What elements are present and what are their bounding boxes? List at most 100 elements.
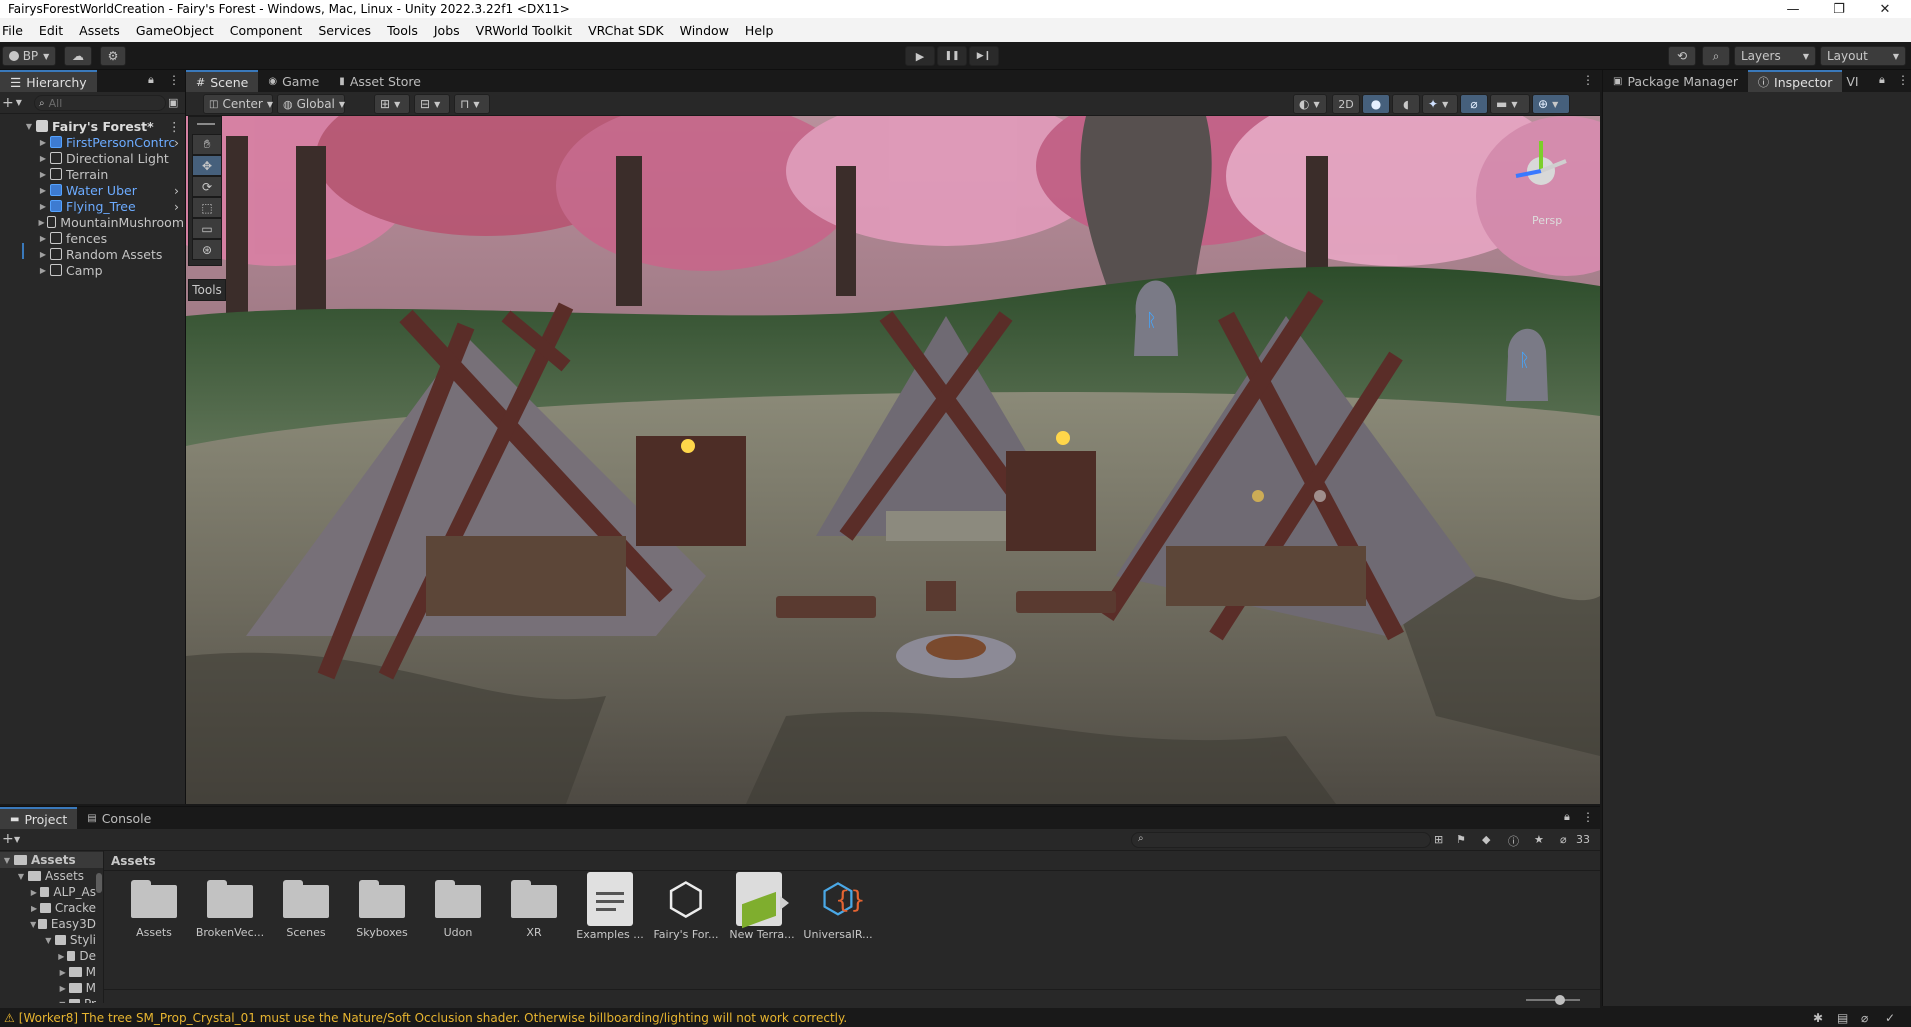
project-search-input[interactable]: ⌕ bbox=[1131, 832, 1431, 848]
camera-settings-dropdown[interactable]: ▬ ▼ bbox=[1490, 94, 1530, 114]
expand-arrow-icon[interactable]: ▶ bbox=[58, 952, 65, 961]
folder-tree-item[interactable]: ▼ Pr bbox=[0, 996, 96, 1003]
hidden-packages-icon[interactable]: ⌀ bbox=[1560, 833, 1567, 846]
chevron-right-icon[interactable]: › bbox=[174, 135, 179, 150]
hierarchy-item[interactable]: ▶ fences bbox=[0, 230, 184, 246]
more-menu-icon[interactable]: ⋮ bbox=[1582, 73, 1594, 87]
more-menu-icon[interactable]: ⋮ bbox=[1897, 73, 1909, 87]
scene-root-row[interactable]: ▼ Fairy's Forest* ⋮ bbox=[0, 114, 185, 134]
zoom-slider-thumb[interactable] bbox=[1555, 995, 1565, 1005]
menu-jobs[interactable]: Jobs bbox=[426, 23, 468, 38]
menu-gameobject[interactable]: GameObject bbox=[128, 23, 222, 38]
menu-file[interactable]: File bbox=[0, 23, 31, 38]
drag-handle[interactable] bbox=[197, 123, 215, 125]
tag-icon[interactable]: ◆ bbox=[1482, 833, 1490, 846]
expand-arrow-icon[interactable]: ▼ bbox=[16, 872, 26, 881]
hand-tool[interactable]: ✋︎ bbox=[192, 134, 222, 155]
space-dropdown[interactable]: ◍ Global ▼ bbox=[277, 94, 345, 114]
tools-label[interactable]: Tools bbox=[188, 279, 226, 301]
menu-vrworld-toolkit[interactable]: VRWorld Toolkit bbox=[468, 23, 580, 38]
folder-tree-item[interactable]: ▶ M bbox=[0, 980, 96, 996]
star-icon[interactable]: ★ bbox=[1534, 833, 1544, 846]
add-button[interactable]: + bbox=[2, 831, 14, 847]
layout-dropdown[interactable]: Layout ▼ bbox=[1820, 46, 1906, 66]
folder-tree-item[interactable]: ▼ Assets bbox=[0, 868, 96, 884]
increment-snap-toggle[interactable]: ⊓ ▼ bbox=[454, 94, 490, 114]
search-by-label-icon[interactable]: ⚑ bbox=[1456, 833, 1466, 846]
asset-item[interactable]: Skyboxes bbox=[346, 880, 418, 939]
expand-arrow-icon[interactable]: ▶ bbox=[38, 186, 48, 195]
menu-tools[interactable]: Tools bbox=[379, 23, 426, 38]
tab-project[interactable]: ▬ Project bbox=[0, 807, 78, 829]
expand-arrow-icon[interactable]: ▼ bbox=[2, 856, 12, 865]
expand-arrow-icon[interactable]: ▶ bbox=[38, 170, 48, 179]
scene-viewport[interactable]: ᚱ ᚱ Persp bbox=[186, 116, 1600, 804]
expand-arrow-icon[interactable]: ▶ bbox=[58, 968, 67, 977]
progress-icon[interactable]: ▤ bbox=[1837, 1011, 1848, 1025]
hierarchy-search-field[interactable]: ⌕ All bbox=[34, 95, 166, 111]
tab-inspector[interactable]: ⓘ Inspector bbox=[1748, 70, 1843, 92]
account-dropdown[interactable]: BP ▼ bbox=[2, 46, 56, 66]
maximize-button[interactable]: ❐ bbox=[1816, 0, 1862, 18]
hierarchy-item[interactable]: ▶ Flying_Tree › bbox=[0, 198, 184, 214]
expand-arrow-icon[interactable]: ▶ bbox=[30, 888, 38, 897]
breadcrumb-assets[interactable]: Assets bbox=[111, 854, 156, 868]
tree-scrollbar-thumb[interactable] bbox=[96, 873, 102, 893]
asset-item[interactable]: Examples ... bbox=[574, 872, 646, 941]
info-icon[interactable]: ⓘ bbox=[1508, 833, 1519, 849]
asset-item[interactable]: ⬡ Fairy's For... bbox=[650, 874, 722, 942]
expand-arrow-icon[interactable]: ▶ bbox=[38, 138, 48, 147]
effects-dropdown[interactable]: ✦ ▼ bbox=[1422, 94, 1458, 114]
expand-arrow-icon[interactable]: ▼ bbox=[30, 920, 36, 929]
add-button[interactable]: + bbox=[2, 95, 14, 111]
check-icon[interactable]: ✓ bbox=[1885, 1011, 1895, 1025]
chevron-down-icon[interactable]: ▼ bbox=[16, 98, 22, 107]
tab-scene[interactable]: # Scene bbox=[186, 70, 259, 92]
folder-tree-item[interactable]: ▶ M bbox=[0, 964, 96, 980]
hierarchy-item[interactable]: ▶ Directional Light bbox=[0, 150, 184, 166]
grid-snapping-toggle[interactable]: ⊞ ▼ bbox=[374, 94, 410, 114]
cloud-button[interactable]: ☁ bbox=[64, 46, 92, 66]
minimize-button[interactable]: — bbox=[1770, 0, 1816, 18]
expand-arrow-icon[interactable]: ▶ bbox=[58, 984, 67, 993]
toggle-2d-button[interactable]: 2D bbox=[1332, 94, 1360, 114]
close-button[interactable]: ✕ bbox=[1862, 0, 1908, 18]
scale-tool[interactable]: ⬚ bbox=[192, 197, 222, 218]
asset-item[interactable]: ⬡{} UniversalR... bbox=[802, 876, 874, 941]
more-menu-icon[interactable]: ⋮ bbox=[168, 73, 180, 87]
search-by-type-icon[interactable]: ⊞ bbox=[1434, 833, 1443, 846]
menu-vrchat-sdk[interactable]: VRChat SDK bbox=[580, 23, 672, 38]
expand-arrow-icon[interactable]: ▼ bbox=[24, 122, 34, 131]
play-button[interactable]: ▶ bbox=[905, 46, 935, 66]
more-menu-icon[interactable]: ⋮ bbox=[168, 119, 181, 134]
asset-item[interactable]: Scenes bbox=[270, 880, 342, 939]
transform-tool[interactable]: ⊛ bbox=[192, 239, 222, 260]
hierarchy-item[interactable]: ▶ Water Uber › bbox=[0, 182, 184, 198]
debug-icon[interactable]: ✱ bbox=[1813, 1011, 1823, 1025]
expand-arrow-icon[interactable]: ▶ bbox=[30, 904, 38, 913]
hierarchy-item[interactable]: ▶ FirstPersonContrc › bbox=[0, 134, 184, 150]
expand-arrow-icon[interactable]: ▶ bbox=[38, 250, 48, 259]
folder-tree-item[interactable]: ▶ Cracke bbox=[0, 900, 96, 916]
status-bar[interactable]: ⚠ [Worker8] The tree SM_Prop_Crystal_01 … bbox=[0, 1008, 1911, 1027]
folder-tree-item[interactable]: ▼ Styli bbox=[0, 932, 96, 948]
asset-item[interactable]: Udon bbox=[422, 880, 494, 939]
menu-window[interactable]: Window bbox=[672, 23, 737, 38]
lighting-toggle[interactable]: ● bbox=[1362, 94, 1390, 114]
asset-item[interactable]: BrokenVec... bbox=[194, 880, 266, 939]
step-button[interactable]: ▶❙ bbox=[969, 46, 999, 66]
grid-visibility-toggle[interactable]: ⊟ ▼ bbox=[414, 94, 450, 114]
gizmo-persp-label[interactable]: Persp bbox=[1532, 214, 1562, 227]
tab-console[interactable]: ▤ Console bbox=[77, 807, 161, 829]
folder-tree-item[interactable]: ▶ ALP_As bbox=[0, 884, 96, 900]
tab-package-manager[interactable]: ▣ Package Manager bbox=[1603, 70, 1748, 92]
pause-button[interactable]: ❚❚ bbox=[937, 46, 967, 66]
lock-icon[interactable]: 🔒︎ bbox=[1564, 810, 1570, 824]
scene-visibility-icon[interactable]: ▣ bbox=[168, 96, 178, 109]
search-button[interactable]: ⌕ bbox=[1702, 46, 1730, 66]
expand-arrow-icon[interactable]: ▶ bbox=[38, 154, 48, 163]
folder-tree-item[interactable]: ▼ Easy3D bbox=[0, 916, 96, 932]
layers-dropdown[interactable]: Layers ▼ bbox=[1734, 46, 1816, 66]
hierarchy-item[interactable]: ▶ Camp bbox=[0, 262, 184, 278]
draw-mode-dropdown[interactable]: ◐ ▼ bbox=[1293, 94, 1327, 114]
